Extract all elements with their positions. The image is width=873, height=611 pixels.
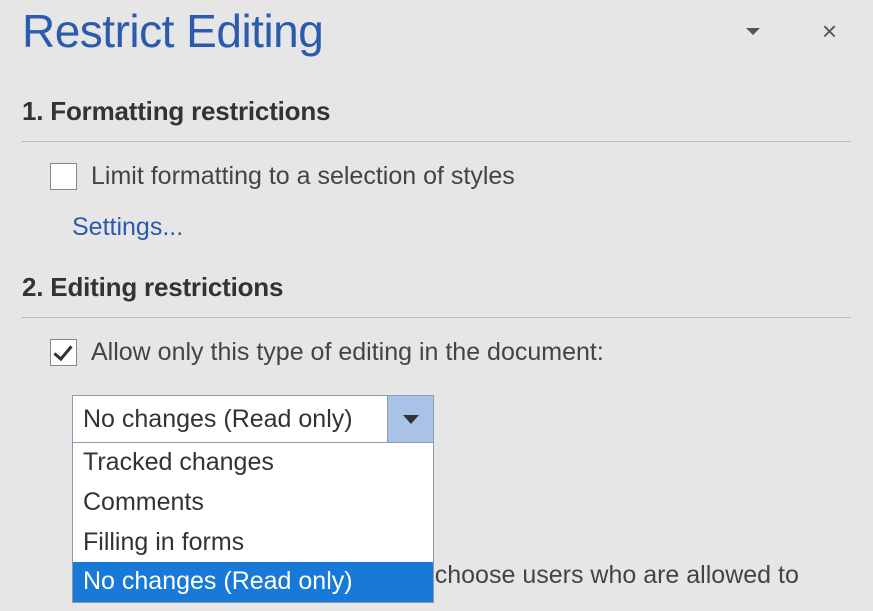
formatting-restrictions-heading: 1. Formatting restrictions — [22, 96, 851, 127]
limit-formatting-label: Limit formatting to a selection of style… — [91, 162, 515, 191]
editing-restrictions-heading: 2. Editing restrictions — [22, 272, 851, 303]
pane-title: Restrict Editing — [22, 4, 746, 58]
editing-type-option[interactable]: Filling in forms — [73, 523, 433, 563]
editing-type-option[interactable]: Tracked changes — [73, 443, 433, 483]
limit-formatting-checkbox[interactable] — [50, 163, 77, 190]
editing-type-option[interactable]: Comments — [73, 483, 433, 523]
settings-link[interactable]: Settings... — [72, 213, 183, 242]
pane-options-dropdown-icon[interactable] — [746, 28, 760, 35]
close-icon[interactable]: × — [822, 18, 837, 44]
chevron-down-icon[interactable] — [387, 396, 433, 442]
editing-type-dropdown: Tracked changesCommentsFilling in formsN… — [72, 443, 434, 603]
allow-only-editing-label: Allow only this type of editing in the d… — [91, 338, 604, 367]
editing-type-option[interactable]: No changes (Read only) — [73, 562, 433, 602]
editing-type-select[interactable]: No changes (Read only) — [72, 395, 434, 443]
background-paragraph-text: nd choose users who are allowed to — [400, 561, 799, 590]
allow-only-editing-checkbox[interactable] — [50, 339, 77, 366]
section-divider — [22, 317, 851, 318]
editing-type-select-value: No changes (Read only) — [73, 405, 387, 434]
section-divider — [22, 141, 851, 142]
